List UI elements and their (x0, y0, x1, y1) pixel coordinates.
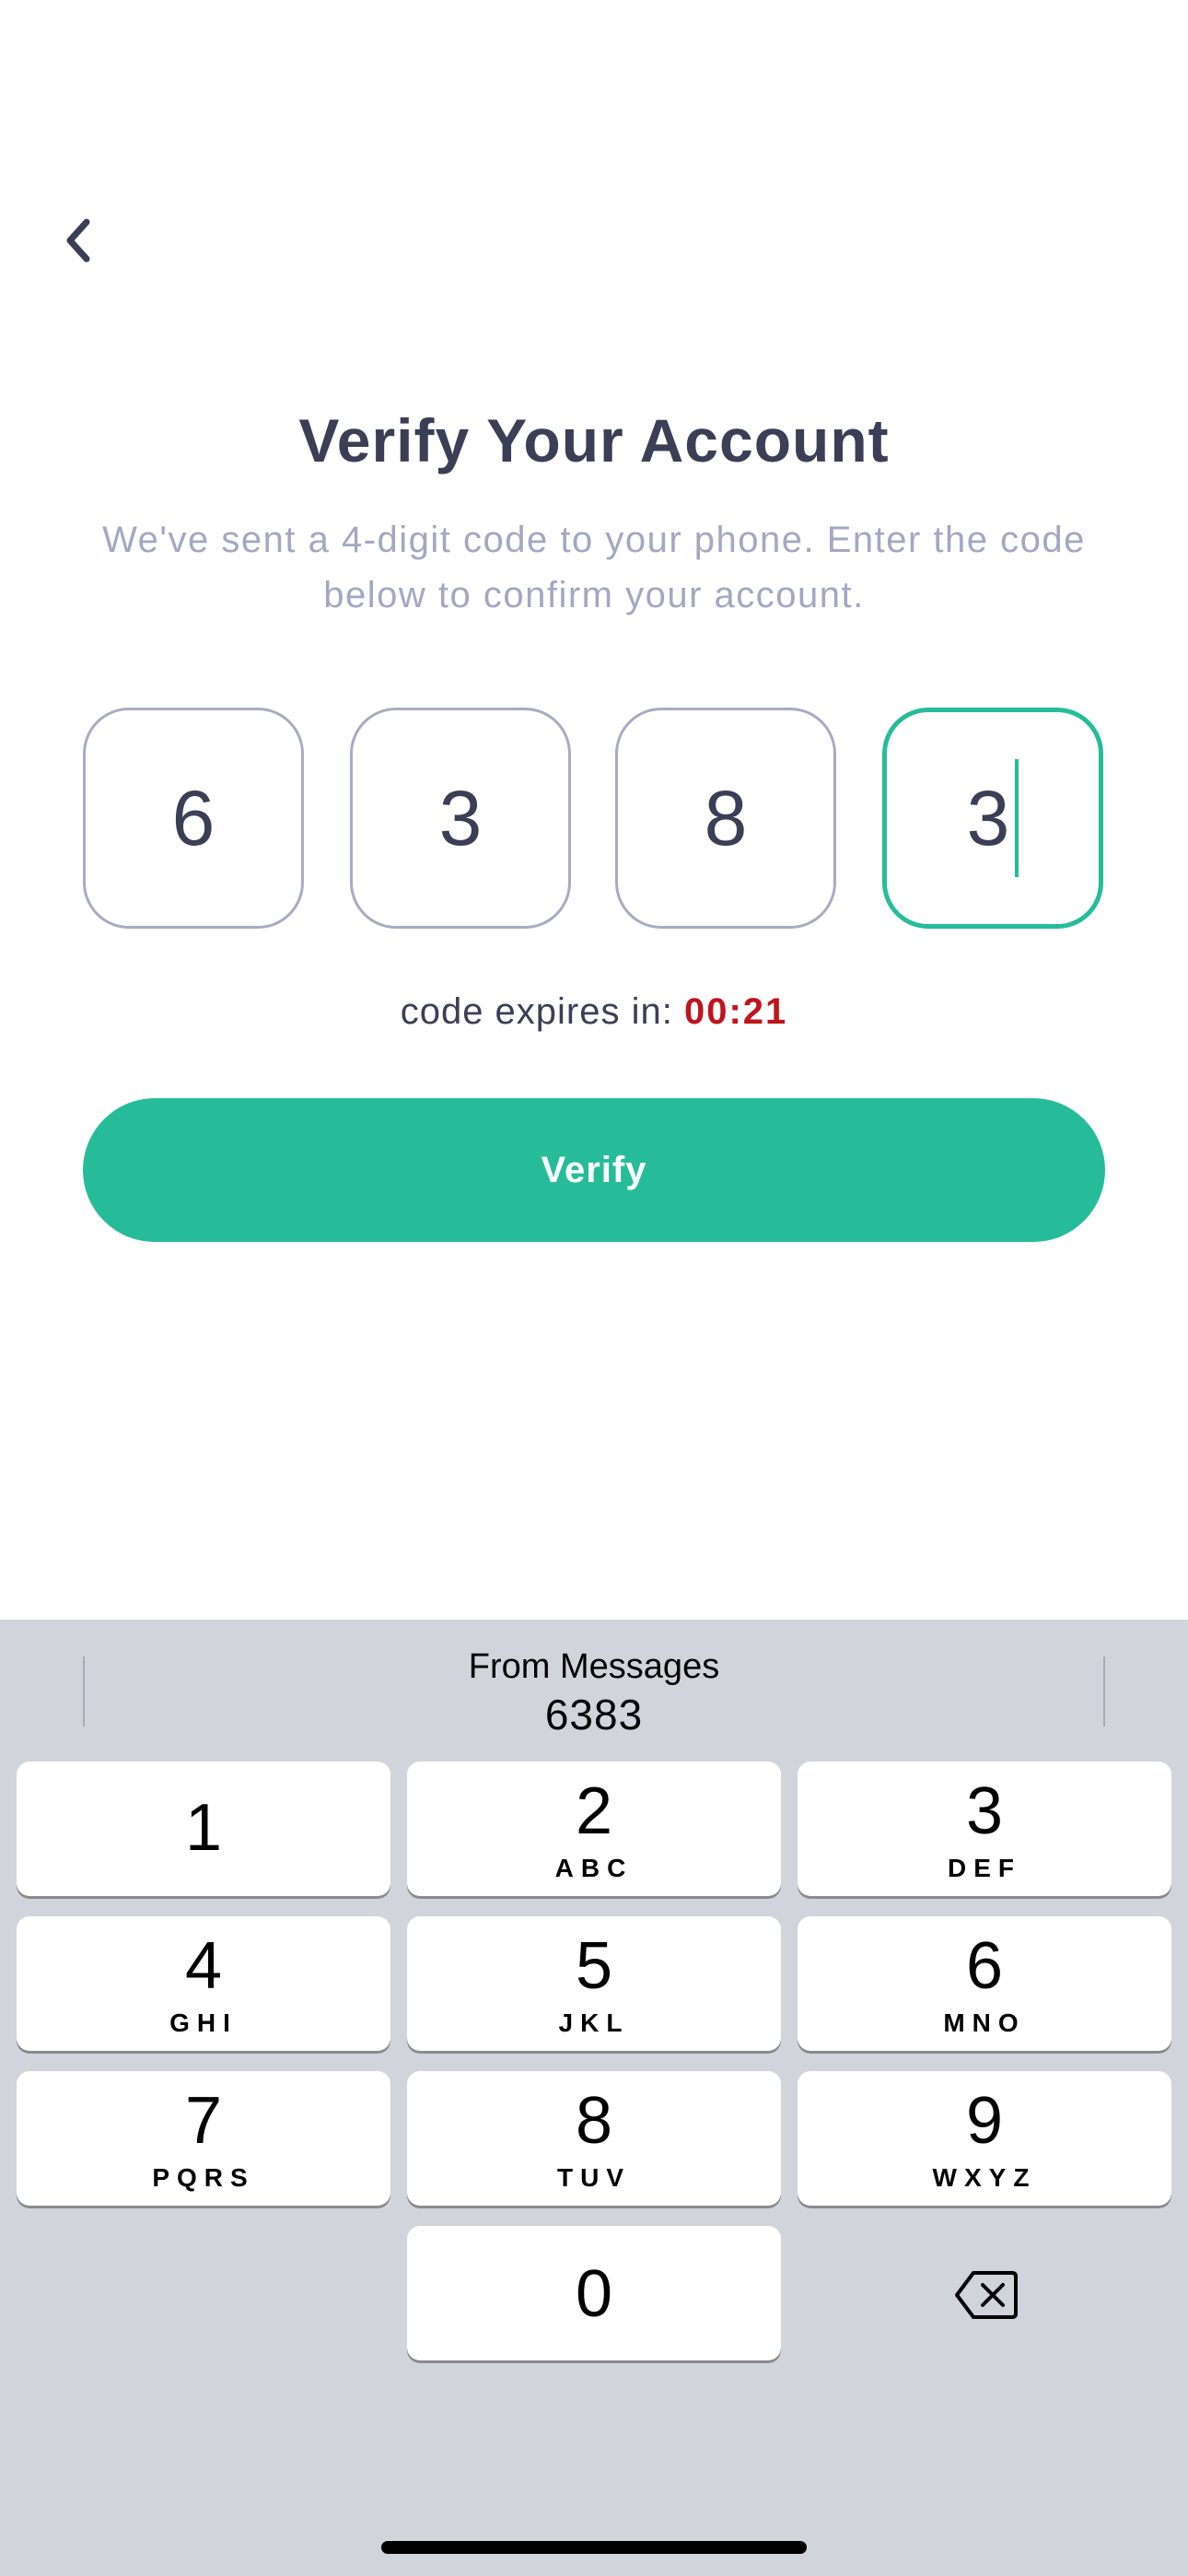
suggestion-source: From Messages (468, 1647, 720, 1686)
code-digit: 6 (171, 774, 215, 861)
key-digit: 9 (965, 2084, 1004, 2158)
expiry-label: code expires in: (400, 991, 673, 1032)
code-digit: 8 (704, 774, 748, 861)
key-0[interactable]: 0 (407, 2226, 781, 2360)
key-letters: DEF (948, 1854, 1021, 1882)
verify-button-label: Verify (541, 1149, 647, 1190)
page-title: Verify Your Account (298, 406, 890, 474)
autofill-code-suggestion[interactable]: From Messages 6383 (359, 1644, 829, 1739)
verify-button[interactable]: Verify (83, 1098, 1105, 1242)
key-1[interactable]: 1 (17, 1762, 390, 1896)
key-digit: 4 (184, 1929, 223, 2003)
chevron-left-icon (66, 218, 90, 263)
key-letters: WXYZ (932, 2163, 1037, 2192)
home-indicator (381, 2541, 807, 2554)
code-digit-box-1[interactable]: 6 (83, 708, 304, 929)
key-digit: 5 (575, 1929, 613, 2003)
key-digit: 0 (575, 2257, 613, 2331)
key-4[interactable]: 4 GHI (17, 1916, 390, 2051)
suggestion-divider (83, 1657, 85, 1727)
back-button[interactable] (52, 208, 103, 273)
key-letters: TUV (557, 2163, 631, 2192)
key-letters: GHI (169, 2008, 238, 2037)
key-2[interactable]: 2 ABC (407, 1762, 781, 1896)
code-digit: 3 (438, 774, 483, 861)
code-expiry: code expires in: 00:21 (0, 991, 1188, 1033)
text-caret (1015, 759, 1019, 877)
key-5[interactable]: 5 JKL (407, 1916, 781, 2051)
key-letters: PQRS (152, 2163, 255, 2192)
code-digit-box-4[interactable]: 3 (882, 708, 1103, 929)
key-9[interactable]: 9 WXYZ (798, 2071, 1171, 2206)
key-digit: 7 (184, 2084, 223, 2158)
delete-key[interactable] (799, 2228, 1173, 2362)
code-digit: 3 (966, 774, 1010, 861)
backspace-icon (955, 2271, 1018, 2319)
key-letters: JKL (558, 2008, 630, 2037)
key-digit: 8 (575, 2084, 613, 2158)
page-subtitle: We've sent a 4-digit code to your phone.… (102, 520, 1086, 615)
expiry-timer: 00:21 (683, 991, 788, 1032)
key-letters: MNO (943, 2008, 1026, 2037)
suggestion-code: 6383 (544, 1691, 644, 1739)
key-letters: ABC (554, 1854, 634, 1882)
key-digit: 1 (184, 1791, 223, 1865)
suggestion-bar: From Messages 6383 (0, 1620, 1188, 1758)
code-digit-box-2[interactable]: 3 (350, 708, 571, 929)
numeric-keyboard: From Messages 6383 1 2 ABC 3 DEF 4 GHI 5… (0, 1620, 1188, 2576)
key-digit: 2 (575, 1774, 613, 1848)
code-input-row: 6 3 8 3 (83, 708, 1105, 932)
key-8[interactable]: 8 TUV (407, 2071, 781, 2206)
suggestion-divider (1103, 1657, 1105, 1727)
key-digit: 6 (965, 1929, 1004, 2003)
code-digit-box-3[interactable]: 8 (615, 708, 836, 929)
key-3[interactable]: 3 DEF (798, 1762, 1171, 1896)
key-6[interactable]: 6 MNO (798, 1916, 1171, 2051)
key-digit: 3 (965, 1774, 1004, 1848)
key-7[interactable]: 7 PQRS (17, 2071, 390, 2206)
